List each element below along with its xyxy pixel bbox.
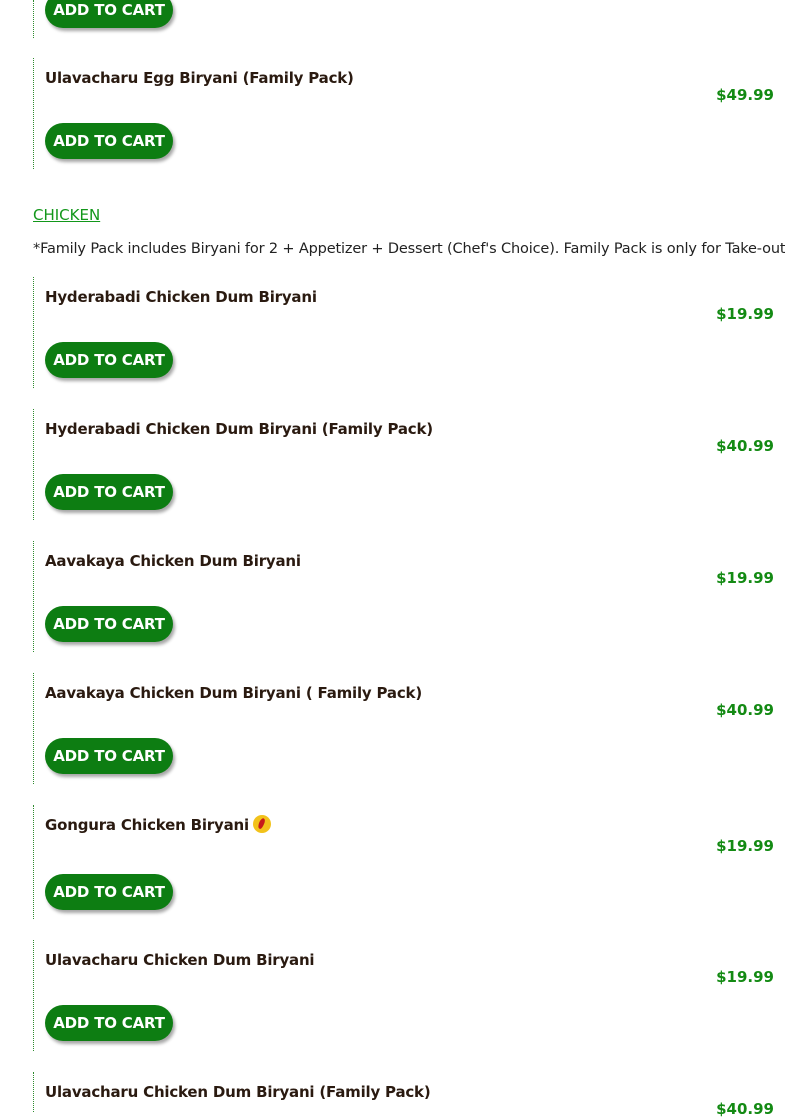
section-title-chicken[interactable]: CHICKEN (33, 206, 100, 224)
item-name: Ulavacharu Chicken Dum Biryani (45, 951, 315, 969)
menu-item: Gongura Chicken Biryani $19.99 ADD TO CA… (33, 805, 779, 919)
menu-item: Ulavacharu Egg Biryani (Family Pack) $49… (33, 58, 779, 169)
menu-item: Aavakaya Chicken Dum Biryani ( Family Pa… (33, 673, 779, 784)
item-name: Gongura Chicken Biryani (45, 815, 271, 835)
add-to-cart-button[interactable]: ADD TO CART (45, 1005, 173, 1041)
item-name: Ulavacharu Egg Biryani (Family Pack) (45, 69, 354, 87)
menu-item: Hyderabadi Chicken Dum Biryani $19.99 AD… (33, 277, 779, 388)
item-price: $40.99 (716, 437, 774, 455)
family-pack-note: *Family Pack includes Biryani for 2 + Ap… (33, 241, 785, 257)
menu-item: Hyderabadi Chicken Dum Biryani (Family P… (33, 409, 779, 520)
item-name: Aavakaya Chicken Dum Biryani ( Family Pa… (45, 684, 422, 702)
item-price: $49.99 (716, 86, 774, 104)
item-name: Ulavacharu Chicken Dum Biryani (Family P… (45, 1083, 431, 1101)
item-price: $19.99 (716, 305, 774, 323)
item-price: $19.99 (716, 968, 774, 986)
item-price: $19.99 (716, 837, 774, 855)
menu-item: Aavakaya Chicken Dum Biryani $19.99 ADD … (33, 541, 779, 652)
item-price: $40.99 (716, 701, 774, 719)
menu-item-partial: ADD TO CART (33, 0, 779, 38)
spicy-chili-icon (252, 815, 271, 833)
item-name: Hyderabadi Chicken Dum Biryani (Family P… (45, 420, 433, 438)
item-price: $40.99 (716, 1100, 774, 1118)
add-to-cart-button[interactable]: ADD TO CART (45, 342, 173, 378)
add-to-cart-button[interactable]: ADD TO CART (45, 738, 173, 774)
item-name-text: Gongura Chicken Biryani (45, 816, 249, 834)
menu-item: Ulavacharu Chicken Dum Biryani $19.99 AD… (33, 940, 779, 1051)
add-to-cart-button[interactable]: ADD TO CART (45, 0, 173, 28)
item-name: Aavakaya Chicken Dum Biryani (45, 552, 301, 570)
menu-item: Ulavacharu Chicken Dum Biryani (Family P… (33, 1072, 779, 1118)
item-price: $19.99 (716, 569, 774, 587)
add-to-cart-button[interactable]: ADD TO CART (45, 474, 173, 510)
add-to-cart-button[interactable]: ADD TO CART (45, 606, 173, 642)
item-name: Hyderabadi Chicken Dum Biryani (45, 288, 317, 306)
add-to-cart-button[interactable]: ADD TO CART (45, 123, 173, 159)
add-to-cart-button[interactable]: ADD TO CART (45, 874, 173, 910)
